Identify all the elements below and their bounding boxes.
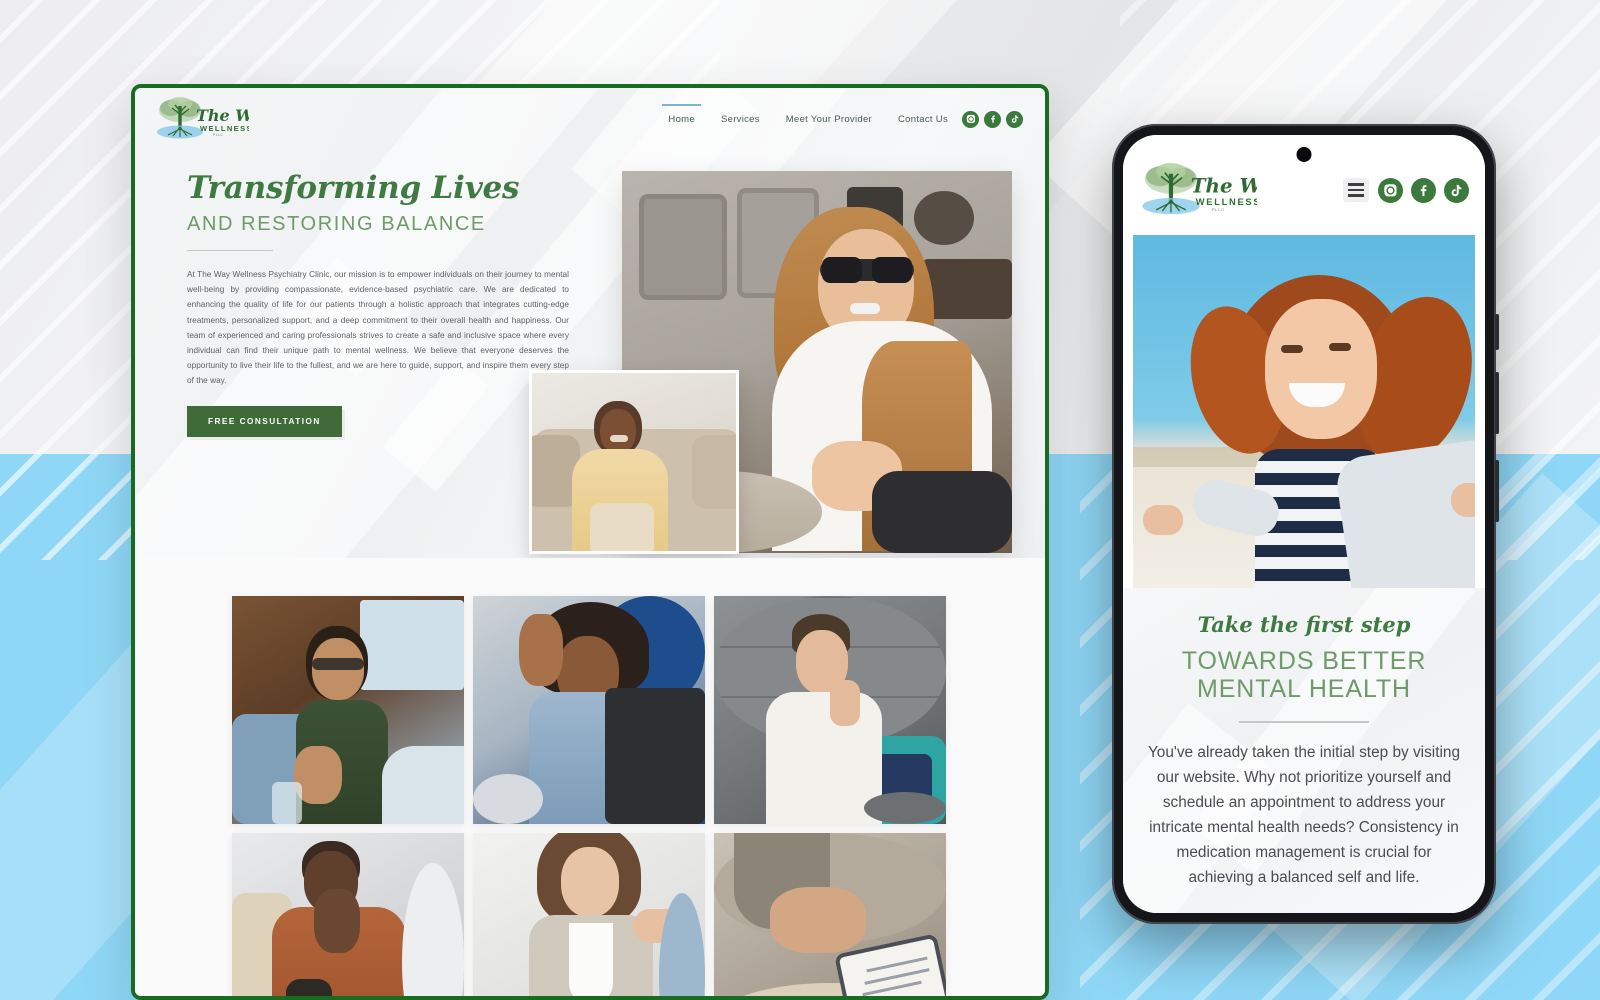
main-navigation: Home Services Meet Your Provider Contact… [662,104,948,132]
svg-text:The Way: The Way [196,106,249,125]
phone-site-logo[interactable]: The Way WELLNESS PLLC [1137,159,1257,221]
gallery-item[interactable] [714,596,946,824]
site-header: The Way WELLNESS PLLC Home Services Meet… [135,88,1045,144]
social-links [962,110,1023,128]
phone-screen: The Way WELLNESS PLLC [1123,135,1485,913]
phone-body-text: You've already taken the initial step by… [1147,744,1461,886]
gallery-item[interactable] [232,833,464,996]
logo-tree-icon: The Way WELLNESS PLLC [157,97,249,139]
svg-text:PLLC: PLLC [1212,207,1225,212]
hero-section: The Way WELLNESS PLLC Home Services Meet… [135,88,1045,558]
gallery-item[interactable] [473,833,705,996]
hero-text-column: Transforming Lives AND RESTORING BALANCE… [187,170,569,438]
photo-gallery-section [135,558,1045,996]
phone-section-title-line2: MENTAL HEALTH [1196,674,1412,703]
phone-hero-photo [1133,235,1475,588]
photo-gallery-grid [232,596,948,996]
hero-script-title: Transforming Lives [187,170,520,206]
nav-item-contact-us[interactable]: Contact Us [898,106,948,132]
phone-content-section: Take the first step TOWARDS BETTER MENTA… [1123,588,1485,913]
svg-text:WELLNESS: WELLNESS [200,124,249,133]
phone-section-title-line1: TOWARDS BETTER [1181,647,1427,675]
hero-content: Transforming Lives AND RESTORING BALANCE… [135,144,1045,438]
phone-divider [1239,721,1369,723]
facebook-icon[interactable] [1411,177,1436,203]
phone-volume-down-button [1495,460,1499,522]
instagram-icon[interactable] [962,110,979,128]
tiktok-icon[interactable] [1006,110,1023,128]
hero-divider [187,250,273,251]
gallery-item[interactable] [232,596,464,824]
free-consultation-button[interactable]: FREE CONSULTATION [187,406,342,438]
logo-tree-icon: The Way WELLNESS PLLC [1142,162,1257,215]
svg-text:The Way: The Way [1191,173,1257,197]
hero-subtitle: AND RESTORING BALANCE [187,213,486,235]
phone-camera-punch-hole [1296,147,1312,162]
tiktok-icon[interactable] [1444,177,1469,203]
facebook-icon[interactable] [984,110,1001,128]
svg-text:PLLC: PLLC [213,133,223,137]
nav-item-services[interactable]: Services [721,106,760,132]
nav-item-home[interactable]: Home [662,104,701,132]
gallery-item[interactable] [473,596,705,824]
phone-side-button [1495,314,1499,350]
phone-script-title: Take the first step [1197,612,1411,637]
instagram-icon[interactable] [1378,177,1403,203]
nav-item-meet-your-provider[interactable]: Meet Your Provider [786,106,872,132]
hero-body-text: At The Way Wellness Psychiatry Clinic, o… [187,270,569,386]
gallery-item[interactable] [714,833,946,996]
phone-social-links [1378,177,1469,203]
phone-section-title: TOWARDS BETTER MENTAL HEALTH [1145,647,1463,703]
phone-mockup: The Way WELLNESS PLLC [1112,124,1499,924]
svg-text:WELLNESS: WELLNESS [1196,197,1257,207]
hamburger-menu-icon[interactable] [1343,178,1369,202]
phone-volume-up-button [1495,372,1499,434]
desktop-mockup: The Way WELLNESS PLLC Home Services Meet… [131,84,1049,1000]
site-logo[interactable]: The Way WELLNESS PLLC [153,94,249,144]
